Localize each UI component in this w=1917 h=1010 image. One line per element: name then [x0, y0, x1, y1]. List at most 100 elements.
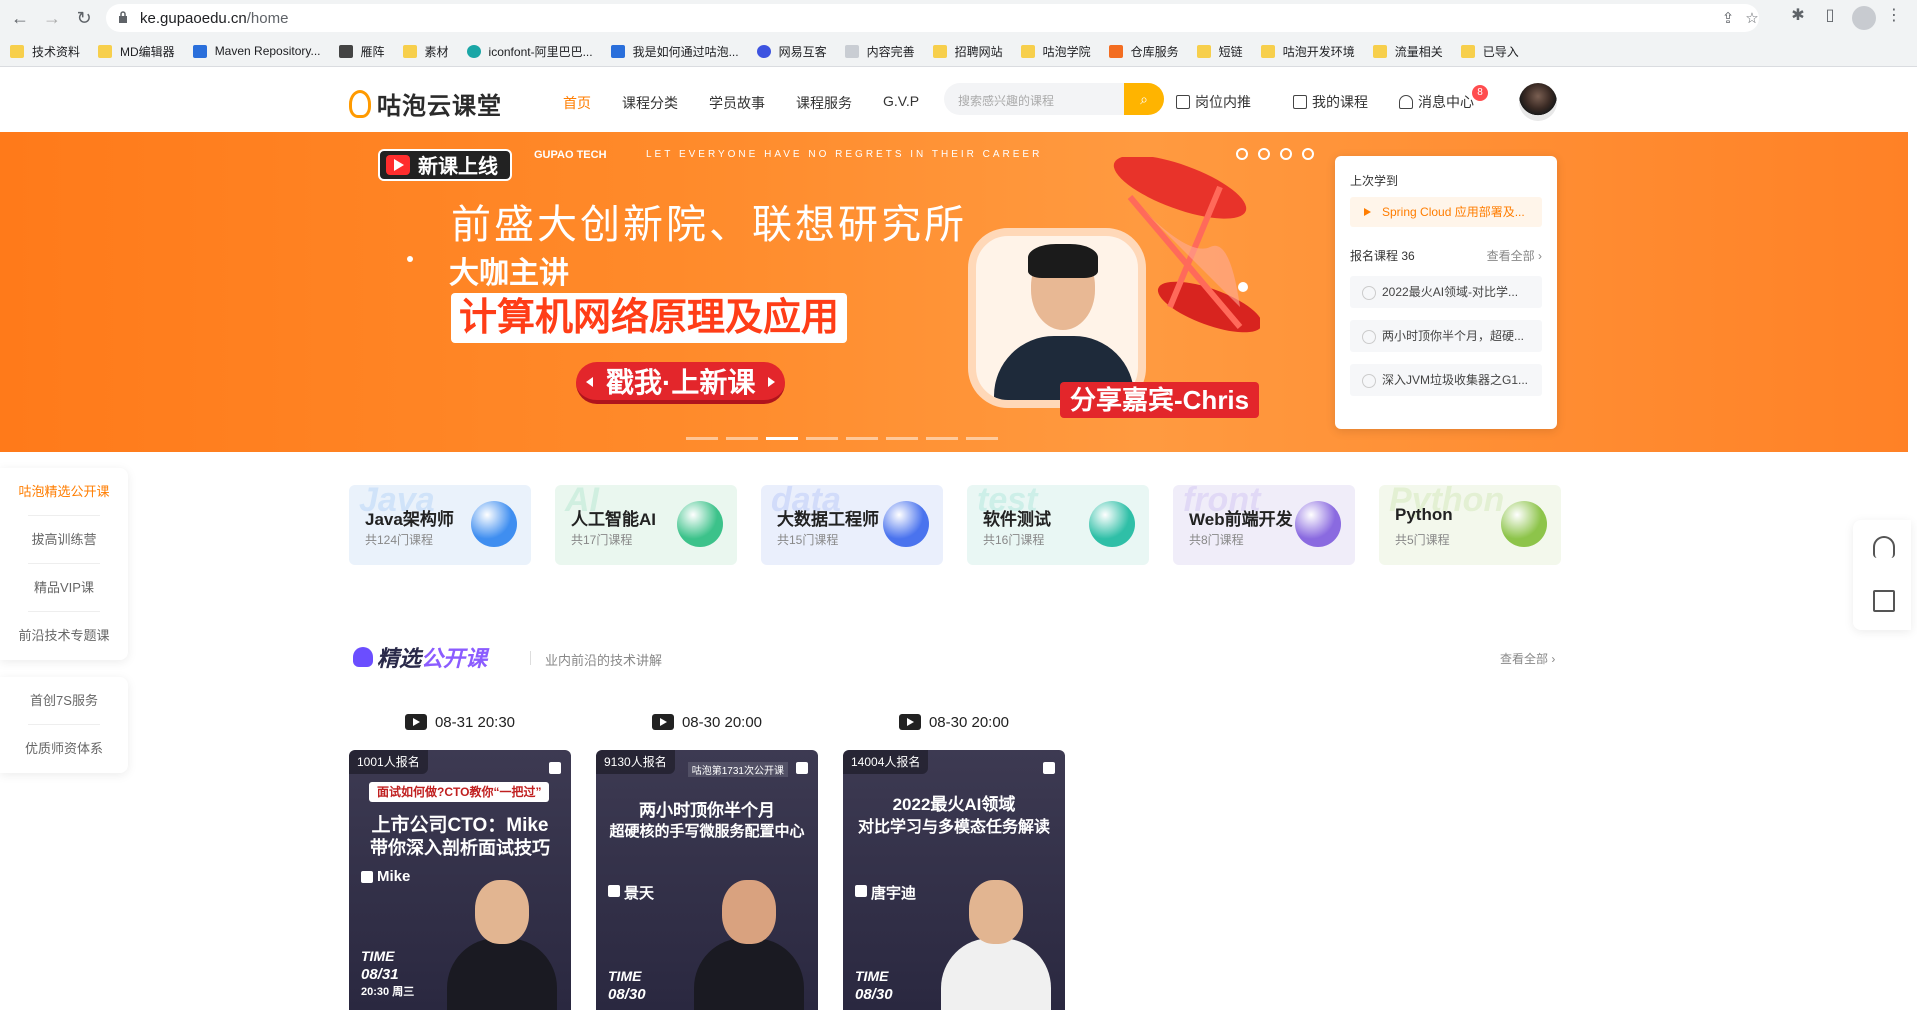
- bulb-logo-icon: [349, 89, 371, 118]
- bookmark-item[interactable]: 雁阵: [338, 40, 403, 62]
- partner-logo-icon: [1236, 148, 1248, 160]
- menu-training-camp[interactable]: 拔高训练营: [0, 516, 128, 564]
- bookmark-item[interactable]: Maven Repository...: [192, 40, 339, 62]
- bookmark-item[interactable]: 技术资料: [10, 40, 98, 62]
- bird-icon: [338, 44, 353, 58]
- poster-date: 08/30: [855, 986, 893, 1003]
- tv-icon: [404, 714, 427, 730]
- folder-icon: [932, 44, 947, 58]
- course-poster[interactable]: 9130人报名 咕泡第1731次公开课 两小时顶你半个月 超硬核的手写微服务配置…: [596, 750, 818, 1010]
- carousel-dot[interactable]: [766, 437, 798, 440]
- share-icon[interactable]: ⇪: [1718, 9, 1738, 27]
- last-learned-course[interactable]: Spring Cloud 应用部署及...: [1350, 197, 1542, 227]
- bookmark-item[interactable]: 网易互客: [756, 40, 845, 62]
- user-avatar[interactable]: [1519, 83, 1557, 121]
- brand-text: GUPAO TECH: [534, 149, 607, 161]
- enrolled-course-item[interactable]: 2022最火AI领域-对比学...: [1350, 276, 1542, 308]
- nav-home[interactable]: 首页: [563, 93, 591, 113]
- menu-teachers[interactable]: 优质师资体系: [0, 725, 128, 773]
- course-card[interactable]: 08-30 20:00 14004人报名 2022最火AI领域 对比学习与多模态…: [843, 710, 1065, 1010]
- banner-course-title: 计算机网络原理及应用: [451, 293, 848, 343]
- headset-icon[interactable]: [1873, 536, 1895, 558]
- poster-lecturer: Mike: [361, 868, 410, 885]
- bookmark-item[interactable]: 已导入: [1460, 40, 1537, 62]
- last-learned-label: 上次学到: [1350, 174, 1399, 188]
- bookmark-item[interactable]: 内容完善: [844, 40, 933, 62]
- reload-icon[interactable]: ↻: [72, 6, 96, 30]
- right-float-tools: [1853, 520, 1911, 630]
- nav-gvp[interactable]: G.V.P: [883, 93, 919, 113]
- bookmark-item[interactable]: 短链: [1196, 40, 1261, 62]
- enrolled-row: 报名课程 36 查看全部 ›: [1350, 247, 1542, 264]
- job-referral-link[interactable]: 岗位内推: [1176, 92, 1251, 112]
- course-card[interactable]: 08-30 20:00 9130人报名 咕泡第1731次公开课 两小时顶你半个月…: [596, 710, 818, 1010]
- hero-banner[interactable]: 新课上线 GUPAO TECH LET EVERYONE HAVE NO REG…: [0, 132, 1908, 452]
- message-center-link[interactable]: 消息中心: [1399, 92, 1474, 112]
- message-badge: 8: [1472, 85, 1488, 101]
- banner-cta-button[interactable]: 戳我·上新课: [576, 362, 786, 404]
- carousel-dot[interactable]: [926, 437, 958, 440]
- bookmark-item[interactable]: 招聘网站: [932, 40, 1021, 62]
- category-card[interactable]: Java Java架构师 共124门课程: [349, 485, 531, 565]
- my-courses-link[interactable]: 我的课程: [1293, 92, 1368, 112]
- course-poster[interactable]: 14004人报名 2022最火AI领域 对比学习与多模态任务解读 唐宇迪 TIM…: [843, 750, 1065, 1010]
- search-input[interactable]: 搜索感兴趣的课程: [958, 92, 1054, 109]
- tv-icon: [898, 714, 921, 730]
- bell-icon: [1399, 95, 1413, 109]
- divider: [530, 651, 531, 665]
- bookmark-item[interactable]: iconfont-阿里巴巴...: [466, 40, 611, 62]
- menu-frontier-topics[interactable]: 前沿技术专题课: [0, 612, 128, 660]
- bookmark-item[interactable]: 仓库服务: [1108, 40, 1197, 62]
- nav-course-service[interactable]: 课程服务: [796, 93, 852, 113]
- course-card[interactable]: 08-31 20:30 1001人报名 面试如何做?CTO教你“一把过” 上市公…: [349, 710, 571, 1010]
- forward-icon[interactable]: →: [40, 6, 64, 30]
- course-poster[interactable]: 1001人报名 面试如何做?CTO教你“一把过” 上市公司CTO：Mike 带你…: [349, 750, 571, 1010]
- enrolled-course-item[interactable]: 两小时顶你半个月，超硬...: [1350, 320, 1542, 352]
- category-icon: [1295, 501, 1341, 547]
- guest-label: 分享嘉宾-Chris: [1060, 382, 1260, 418]
- category-name: Java架构师: [365, 510, 454, 529]
- back-icon[interactable]: ←: [8, 6, 32, 30]
- enrolled-course-item[interactable]: 深入JVM垃圾收集器之G1...: [1350, 364, 1542, 396]
- bookmarks-bar: 技术资料 MD编辑器 Maven Repository... 雁阵 素材 iconfont…: [10, 40, 1537, 62]
- extensions-icon[interactable]: ✱: [1786, 5, 1810, 29]
- sidepanel-icon[interactable]: ▯: [1818, 5, 1842, 29]
- carousel-dot[interactable]: [966, 437, 998, 440]
- bookmark-item[interactable]: 咕泡学院: [1020, 40, 1109, 62]
- menu-icon[interactable]: ⋮: [1882, 5, 1906, 29]
- notebook-icon[interactable]: [1873, 590, 1895, 612]
- address-bar[interactable]: ke.gupaoedu.cn/home ⇪ ☆: [106, 4, 1759, 32]
- carousel-indicators: [686, 437, 998, 440]
- carousel-dot[interactable]: [726, 437, 758, 440]
- site-logo[interactable]: 咕泡云课堂: [349, 86, 502, 121]
- menu-vip-course[interactable]: 精品VIP课: [0, 564, 128, 612]
- carousel-dot[interactable]: [686, 437, 718, 440]
- profile-avatar[interactable]: [1852, 6, 1876, 30]
- poster-title-line1: 两小时顶你半个月: [639, 801, 775, 820]
- course-time: 08-31 20:30: [349, 710, 571, 734]
- menu-7s-service[interactable]: 首创7S服务: [0, 677, 128, 725]
- category-card[interactable]: front Web前端开发 共8门课程: [1173, 485, 1355, 565]
- bookmark-item[interactable]: MD编辑器: [98, 40, 193, 62]
- section-view-all-link[interactable]: 查看全部 ›: [1500, 650, 1555, 667]
- category-card[interactable]: test 软件测试 共16门课程: [967, 485, 1149, 565]
- browser-chrome: ← → ↻ ke.gupaoedu.cn/home ⇪ ☆ ✱ ▯ ⋮ 技术资料…: [0, 0, 1917, 67]
- category-card[interactable]: Python Python 共5门课程: [1379, 485, 1561, 565]
- bookmark-item[interactable]: 我是如何通过咕泡...: [610, 40, 757, 62]
- category-card[interactable]: AI 人工智能AI 共17门课程: [555, 485, 737, 565]
- enroll-count: 14004人报名: [843, 750, 929, 774]
- search-box[interactable]: 搜索感兴趣的课程 ⌕: [944, 83, 1164, 115]
- carousel-dot[interactable]: [846, 437, 878, 440]
- star-icon[interactable]: ☆: [1742, 9, 1762, 27]
- bookmark-item[interactable]: 咕泡开发环境: [1260, 40, 1373, 62]
- search-button[interactable]: ⌕: [1124, 83, 1164, 115]
- bookmark-item[interactable]: 流量相关: [1372, 40, 1461, 62]
- bookmark-item[interactable]: 素材: [402, 40, 467, 62]
- carousel-dot[interactable]: [806, 437, 838, 440]
- view-all-link[interactable]: 查看全部 ›: [1487, 247, 1542, 264]
- nav-course-category[interactable]: 课程分类: [622, 93, 678, 113]
- menu-featured-open-course[interactable]: 咕泡精选公开课: [0, 468, 128, 516]
- nav-student-stories[interactable]: 学员故事: [709, 93, 765, 113]
- carousel-dot[interactable]: [886, 437, 918, 440]
- category-card[interactable]: data 大数据工程师 共15门课程: [761, 485, 943, 565]
